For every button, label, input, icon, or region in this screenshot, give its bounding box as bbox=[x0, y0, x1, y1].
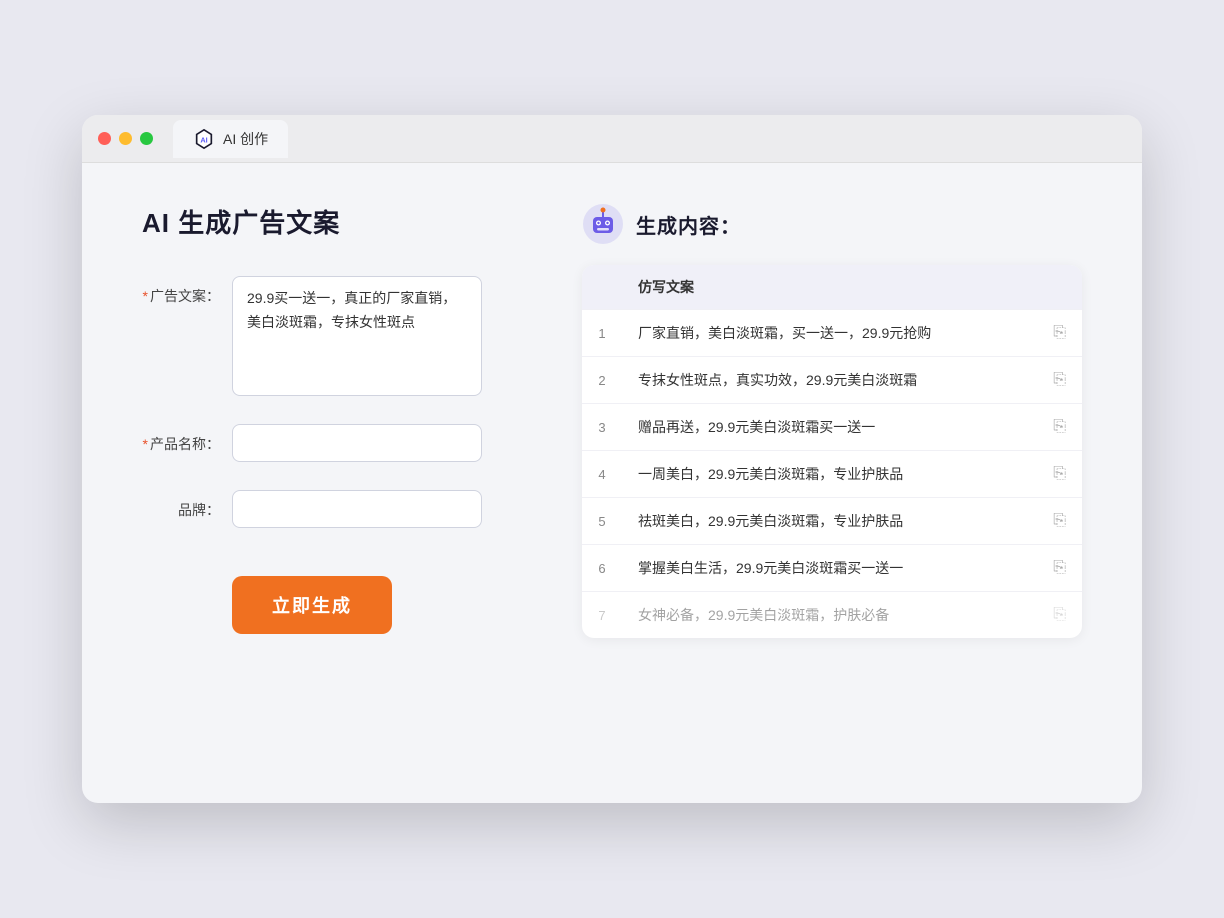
copy-button-cell[interactable]: ⎘ bbox=[1037, 592, 1082, 639]
copy-button-cell[interactable]: ⎘ bbox=[1037, 404, 1082, 451]
required-star: * bbox=[143, 288, 148, 304]
brand-input[interactable]: 好白 bbox=[232, 490, 482, 528]
row-number: 2 bbox=[582, 357, 622, 404]
row-number: 6 bbox=[582, 545, 622, 592]
right-panel: 生成内容： 仿写文案 1厂家直销，美白淡斑霜，买一送一，29.9元抢购⎘2专抹女… bbox=[582, 203, 1082, 763]
copy-button-cell[interactable]: ⎘ bbox=[1037, 498, 1082, 545]
browser-window: AI AI 创作 AI 生成广告文案 *广告文案： 29.9买一送一，真正的厂家… bbox=[82, 115, 1142, 803]
row-number: 4 bbox=[582, 451, 622, 498]
copy-icon[interactable]: ⎘ bbox=[1053, 418, 1066, 435]
minimize-button[interactable] bbox=[119, 132, 132, 145]
table-row: 3赠品再送，29.9元美白淡斑霜买一送一 ⎘ bbox=[582, 404, 1082, 451]
result-table: 仿写文案 1厂家直销，美白淡斑霜，买一送一，29.9元抢购⎘2专抹女性斑点，真实… bbox=[582, 265, 1082, 638]
row-copy-text: 厂家直销，美白淡斑霜，买一送一，29.9元抢购 bbox=[622, 310, 1037, 357]
row-copy-text: 掌握美白生活，29.9元美白淡斑霜买一送一 bbox=[622, 545, 1037, 592]
product-name-input[interactable]: 美白淡斑霜 bbox=[232, 424, 482, 462]
table-row: 4一周美白，29.9元美白淡斑霜，专业护肤品 ⎘ bbox=[582, 451, 1082, 498]
row-number: 5 bbox=[582, 498, 622, 545]
content-area: AI 生成广告文案 *广告文案： 29.9买一送一，真正的厂家直销，美白淡斑霜，… bbox=[82, 163, 1142, 803]
copy-icon[interactable]: ⎘ bbox=[1053, 324, 1066, 341]
table-row: 2专抹女性斑点，真实功效，29.9元美白淡斑霜 ⎘ bbox=[582, 357, 1082, 404]
row-copy-text: 赠品再送，29.9元美白淡斑霜买一送一 bbox=[622, 404, 1037, 451]
tab-label: AI 创作 bbox=[223, 129, 268, 149]
page-title: AI 生成广告文案 bbox=[142, 203, 522, 240]
table-header-num bbox=[582, 265, 622, 310]
result-header: 生成内容： bbox=[582, 203, 1082, 245]
robot-icon bbox=[582, 203, 624, 245]
ai-tab[interactable]: AI AI 创作 bbox=[173, 120, 288, 158]
product-name-group: *产品名称： 美白淡斑霜 bbox=[142, 424, 522, 462]
product-name-label: *产品名称： bbox=[142, 424, 232, 454]
row-copy-text: 女神必备，29.9元美白淡斑霜，护肤必备 bbox=[622, 592, 1037, 639]
copy-button-cell[interactable]: ⎘ bbox=[1037, 357, 1082, 404]
table-row: 6掌握美白生活，29.9元美白淡斑霜买一送一 ⎘ bbox=[582, 545, 1082, 592]
row-number: 1 bbox=[582, 310, 622, 357]
ad-copy-group: *广告文案： 29.9买一送一，真正的厂家直销，美白淡斑霜，专抹女性斑点 bbox=[142, 276, 522, 396]
copy-button-cell[interactable]: ⎘ bbox=[1037, 451, 1082, 498]
table-header-row: 仿写文案 bbox=[582, 265, 1082, 310]
required-star-2: * bbox=[143, 436, 148, 452]
copy-button-cell[interactable]: ⎘ bbox=[1037, 545, 1082, 592]
result-title: 生成内容： bbox=[636, 210, 741, 239]
svg-text:AI: AI bbox=[200, 135, 207, 144]
table-header-action bbox=[1037, 265, 1082, 310]
row-number: 7 bbox=[582, 592, 622, 639]
copy-icon[interactable]: ⎘ bbox=[1053, 559, 1066, 576]
table-header-copy: 仿写文案 bbox=[622, 265, 1037, 310]
ad-copy-textarea[interactable]: 29.9买一送一，真正的厂家直销，美白淡斑霜，专抹女性斑点 bbox=[232, 276, 482, 396]
copy-icon[interactable]: ⎘ bbox=[1053, 371, 1066, 388]
row-copy-text: 祛斑美白，29.9元美白淡斑霜，专业护肤品 bbox=[622, 498, 1037, 545]
title-bar: AI AI 创作 bbox=[82, 115, 1142, 163]
row-copy-text: 一周美白，29.9元美白淡斑霜，专业护肤品 bbox=[622, 451, 1037, 498]
table-row: 7女神必备，29.9元美白淡斑霜，护肤必备 ⎘ bbox=[582, 592, 1082, 639]
traffic-lights bbox=[98, 132, 153, 145]
submit-button[interactable]: 立即生成 bbox=[232, 576, 392, 634]
ad-copy-label: *广告文案： bbox=[142, 276, 232, 306]
brand-label: 品牌： bbox=[142, 490, 232, 520]
copy-icon[interactable]: ⎘ bbox=[1053, 512, 1066, 529]
table-row: 1厂家直销，美白淡斑霜，买一送一，29.9元抢购 ⎘ bbox=[582, 310, 1082, 357]
left-panel: AI 生成广告文案 *广告文案： 29.9买一送一，真正的厂家直销，美白淡斑霜，… bbox=[142, 203, 522, 763]
copy-icon[interactable]: ⎘ bbox=[1053, 465, 1066, 482]
copy-icon[interactable]: ⎘ bbox=[1053, 606, 1066, 623]
table-row: 5祛斑美白，29.9元美白淡斑霜，专业护肤品 ⎘ bbox=[582, 498, 1082, 545]
maximize-button[interactable] bbox=[140, 132, 153, 145]
brand-group: 品牌： 好白 bbox=[142, 490, 522, 528]
row-number: 3 bbox=[582, 404, 622, 451]
ai-tab-icon: AI bbox=[193, 128, 215, 150]
row-copy-text: 专抹女性斑点，真实功效，29.9元美白淡斑霜 bbox=[622, 357, 1037, 404]
copy-button-cell[interactable]: ⎘ bbox=[1037, 310, 1082, 357]
close-button[interactable] bbox=[98, 132, 111, 145]
